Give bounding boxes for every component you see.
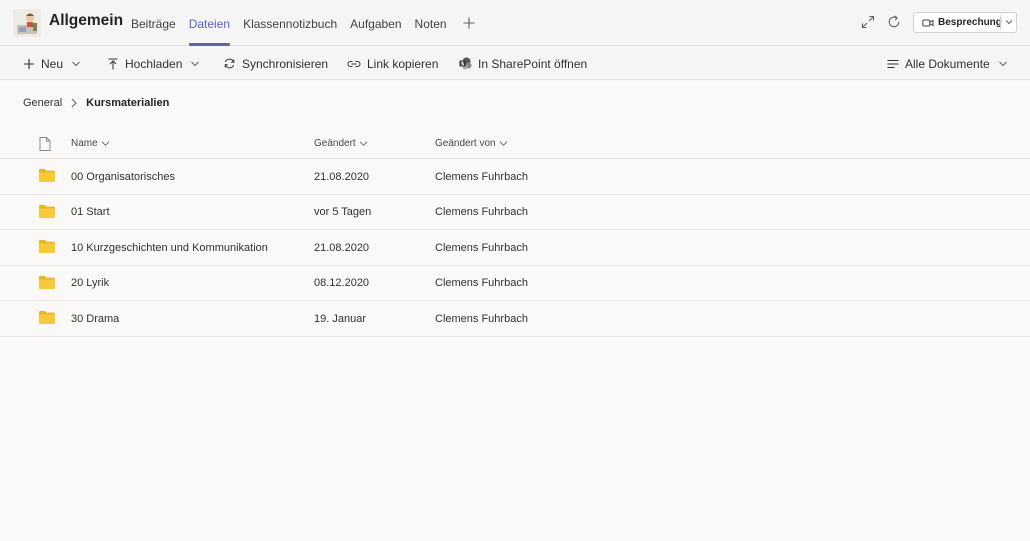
file-modified: vor 5 Tagen: [314, 206, 372, 218]
upload-button-label: Hochladen: [125, 56, 183, 71]
file-name[interactable]: 01 Start: [71, 195, 110, 230]
file-name[interactable]: 10 Kurzgeschichten und Kommunikation: [71, 230, 268, 265]
refresh-icon[interactable]: [886, 14, 902, 30]
copy-link-button-label: Link kopieren: [367, 56, 439, 71]
add-tab-button[interactable]: [460, 0, 478, 46]
file-modified-by: Clemens Fuhrbach: [435, 206, 528, 218]
file-name[interactable]: 30 Drama: [71, 301, 119, 336]
meet-button-divider: [1000, 15, 1001, 30]
plus-icon: [463, 17, 475, 29]
upload-button[interactable]: Hochladen: [107, 47, 200, 80]
chevron-down-icon: [359, 141, 368, 146]
file-modified: 21.08.2020: [314, 170, 370, 183]
copy-link-button[interactable]: Link kopieren: [347, 47, 438, 80]
file-modified-by: Clemens Fuhrbach: [435, 312, 528, 325]
file-modified-by: Clemens Fuhrbach: [435, 277, 528, 289]
table-row[interactable]: 20 Lyrik 08.12.2020 Clemens Fuhrbach: [0, 266, 1030, 301]
new-button[interactable]: Neu: [23, 47, 81, 80]
view-selector[interactable]: Alle Dokumente: [887, 47, 1008, 80]
chevron-down-icon: [998, 61, 1007, 66]
chevron-down-icon: [191, 61, 200, 66]
sharepoint-icon: S: [459, 57, 472, 70]
column-header-modified-by[interactable]: Geändert von: [435, 128, 508, 159]
breadcrumb-item-general[interactable]: General: [23, 97, 62, 109]
sync-button-label: Synchronisieren: [242, 56, 329, 71]
folder-icon: [39, 169, 55, 182]
folder-icon: [39, 311, 55, 324]
view-selector-label: Alle Dokumente: [905, 56, 990, 71]
team-avatar-icon[interactable]: [13, 9, 41, 37]
folder-icon: [39, 275, 55, 289]
tab-noten[interactable]: Noten: [415, 0, 453, 46]
file-modified: 08.12.2020: [314, 277, 370, 289]
upload-icon: [108, 58, 118, 69]
breadcrumb: General Kursmaterialien: [23, 95, 169, 111]
file-modified: 21.08.2020: [314, 241, 370, 254]
expand-icon[interactable]: [860, 14, 876, 30]
chevron-right-icon: [71, 98, 77, 108]
command-bar: Neu Hochladen Synchronisieren Link kopie…: [0, 47, 1030, 80]
open-in-sharepoint-label: In SharePoint öffnen: [478, 56, 588, 71]
sync-button[interactable]: Synchronisieren: [223, 47, 328, 80]
channel-title: Allgemein: [49, 12, 124, 29]
chevron-down-icon: [101, 141, 110, 146]
files-content: General Kursmaterialien Name Geändert Ge…: [0, 81, 1030, 541]
chevron-down-icon: [72, 61, 80, 66]
column-header-modified[interactable]: Geändert: [314, 128, 368, 159]
folder-icon: [39, 240, 55, 253]
file-modified-by: Clemens Fuhrbach: [435, 241, 528, 254]
file-name[interactable]: 00 Organisatorisches: [71, 159, 175, 194]
file-list: Name Geändert Geändert von 00 Organisato…: [0, 128, 1030, 337]
file-list-header: Name Geändert Geändert von: [0, 128, 1030, 159]
link-icon: [347, 60, 361, 67]
column-header-modified-by-label: Geändert von: [435, 138, 496, 149]
file-name[interactable]: 20 Lyrik: [71, 266, 109, 301]
meet-button[interactable]: Besprechung: [913, 12, 1017, 33]
tab-aufgaben[interactable]: Aufgaben: [350, 0, 407, 46]
table-row[interactable]: 10 Kurzgeschichten und Kommunikation 21.…: [0, 230, 1030, 266]
file-modified-by: Clemens Fuhrbach: [435, 170, 528, 183]
column-header-name[interactable]: Name: [71, 128, 110, 159]
table-row[interactable]: 00 Organisatorisches 21.08.2020 Clemens …: [0, 159, 1030, 195]
table-row[interactable]: 01 Start vor 5 Tagen Clemens Fuhrbach: [0, 195, 1030, 230]
meet-button-label: Besprechung: [938, 17, 1002, 28]
file-type-icon[interactable]: [39, 137, 51, 151]
file-modified: 19. Januar: [314, 312, 366, 325]
sync-icon: [224, 58, 235, 69]
tab-klassennotizbuch[interactable]: Klassennotizbuch: [243, 0, 343, 46]
breadcrumb-current: Kursmaterialien: [86, 97, 170, 109]
chevron-down-icon[interactable]: [1004, 17, 1014, 27]
column-header-modified-label: Geändert: [314, 138, 356, 149]
svg-text:S: S: [461, 61, 465, 67]
tab-dateien[interactable]: Dateien: [188, 0, 236, 46]
video-camera-icon: [922, 19, 934, 26]
list-view-icon: [887, 59, 899, 68]
column-header-name-label: Name: [71, 138, 98, 149]
channel-header: Allgemein Beiträge Dateien Klassennotizb…: [0, 0, 1030, 46]
plus-icon: [24, 58, 34, 69]
table-row[interactable]: 30 Drama 19. Januar Clemens Fuhrbach: [0, 301, 1030, 337]
open-in-sharepoint-button[interactable]: S In SharePoint öffnen: [459, 47, 587, 80]
channel-tabs: Beiträge Dateien Klassennotizbuch Aufgab…: [131, 0, 478, 46]
folder-icon: [39, 204, 55, 218]
chevron-down-icon: [499, 141, 507, 146]
tab-beitraege[interactable]: Beiträge: [131, 0, 182, 46]
new-button-label: Neu: [41, 56, 64, 71]
